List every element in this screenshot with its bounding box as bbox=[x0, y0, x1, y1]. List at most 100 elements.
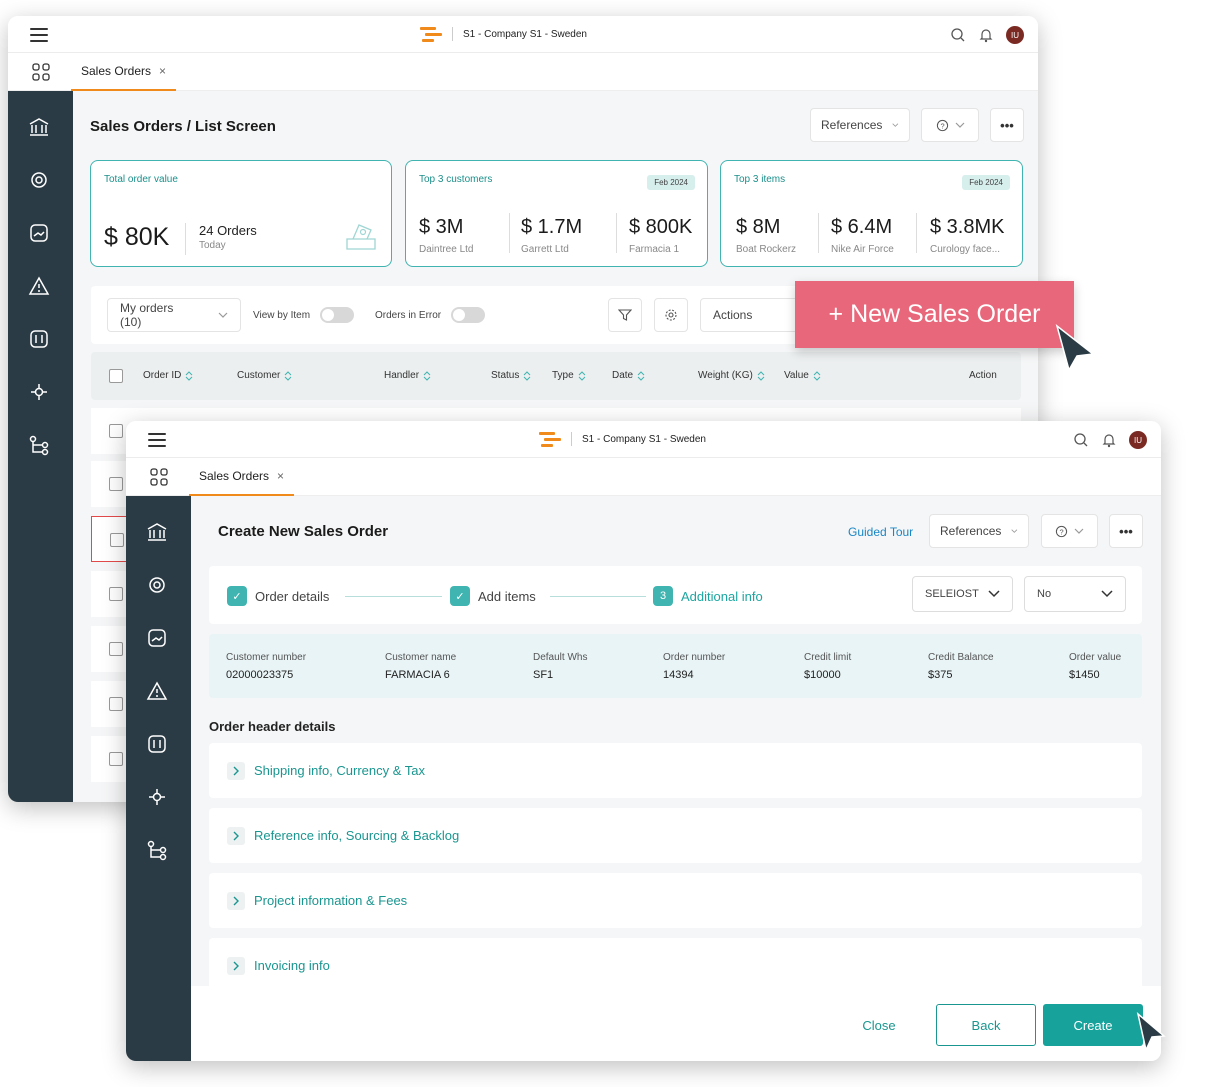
option-value: No bbox=[1037, 588, 1052, 600]
cycle-icon[interactable] bbox=[27, 168, 51, 192]
top-items-card[interactable]: Top 3 items Feb 2024 $ 8M Boat Rockerz $… bbox=[720, 160, 1023, 267]
top-customers-card[interactable]: Top 3 customers Feb 2024 $ 3M Daintree L… bbox=[405, 160, 708, 267]
period-badge: Feb 2024 bbox=[962, 175, 1010, 190]
col-value[interactable]: Value bbox=[784, 370, 821, 381]
row-checkbox[interactable] bbox=[109, 587, 123, 601]
apps-grid-icon[interactable] bbox=[150, 468, 168, 486]
col-weight[interactable]: Weight (KG) bbox=[698, 370, 765, 381]
filter-button[interactable] bbox=[608, 298, 642, 332]
more-options-button[interactable]: ••• bbox=[990, 108, 1024, 142]
col-type[interactable]: Type bbox=[552, 370, 586, 381]
accordion-invoicing[interactable]: Invoicing info bbox=[209, 938, 1142, 993]
select-all-checkbox[interactable] bbox=[109, 369, 123, 383]
chevron-down-icon bbox=[1074, 528, 1084, 534]
warehouse-select[interactable]: SELEIOST bbox=[912, 576, 1013, 612]
orders-in-error-toggle[interactable]: Orders in Error bbox=[375, 307, 486, 323]
row-checkbox[interactable] bbox=[109, 642, 123, 656]
create-button[interactable]: Create bbox=[1043, 1004, 1143, 1046]
row-checkbox[interactable] bbox=[109, 477, 123, 491]
col-customer[interactable]: Customer bbox=[237, 370, 292, 381]
col-status[interactable]: Status bbox=[491, 370, 531, 381]
accordion-reference[interactable]: Reference info, Sourcing & Backlog bbox=[209, 808, 1142, 863]
view-by-item-toggle[interactable]: View by Item bbox=[253, 307, 355, 323]
kpi-item: $ 1.7M Garrett Ltd bbox=[521, 216, 582, 257]
tab-sales-orders[interactable]: Sales Orders × bbox=[71, 53, 177, 91]
view-by-item-label: View by Item bbox=[253, 309, 311, 321]
help-button[interactable]: ? bbox=[921, 108, 979, 142]
row-checkbox[interactable] bbox=[110, 533, 124, 547]
references-button[interactable]: References bbox=[810, 108, 910, 142]
back-button[interactable]: Back bbox=[936, 1004, 1036, 1046]
picture-icon[interactable] bbox=[27, 221, 51, 245]
col-action: Action bbox=[969, 370, 997, 381]
col-label: Action bbox=[969, 370, 997, 381]
col-label: Order ID bbox=[143, 370, 182, 381]
option-select[interactable]: No bbox=[1024, 576, 1126, 612]
total-value: $ 80K bbox=[104, 223, 170, 251]
top-icons: IU bbox=[1073, 431, 1147, 449]
customer-info-panel: Customer number 02000023375 Customer name… bbox=[209, 634, 1142, 698]
references-button[interactable]: References bbox=[929, 514, 1029, 548]
sliders-icon[interactable] bbox=[27, 327, 51, 351]
user-avatar[interactable]: IU bbox=[1129, 431, 1147, 449]
sliders-icon[interactable] bbox=[145, 732, 169, 756]
row-checkbox[interactable] bbox=[109, 424, 123, 438]
tab-sales-orders[interactable]: Sales Orders × bbox=[189, 458, 295, 496]
info-field: Credit Balance $375 bbox=[928, 652, 994, 681]
accordion-shipping[interactable]: Shipping info, Currency & Tax bbox=[209, 743, 1142, 798]
col-order-id[interactable]: Order ID bbox=[143, 370, 193, 381]
step-additional-info[interactable]: 3 Additional info bbox=[653, 586, 763, 606]
total-order-value-card[interactable]: Total order value $ 80K 24 Orders Today bbox=[90, 160, 392, 267]
col-date[interactable]: Date bbox=[612, 370, 645, 381]
warning-icon[interactable] bbox=[27, 274, 51, 298]
check-icon: ✓ bbox=[227, 586, 247, 606]
guided-tour-link[interactable]: Guided Tour bbox=[848, 525, 913, 539]
tab-label: Sales Orders bbox=[81, 64, 152, 78]
settings-button[interactable] bbox=[654, 298, 688, 332]
search-icon[interactable] bbox=[1073, 432, 1089, 448]
bank-icon[interactable] bbox=[27, 115, 51, 139]
hub-icon[interactable] bbox=[145, 785, 169, 809]
kpi-value: $ 6.4M bbox=[831, 216, 893, 238]
cursor-arrow-icon bbox=[1136, 1012, 1166, 1053]
top-bar: S1 - Company S1 - Sweden IU bbox=[8, 16, 1038, 53]
col-label: Value bbox=[784, 370, 809, 381]
page-title: Sales Orders / List Screen bbox=[90, 118, 276, 135]
tab-close-icon[interactable]: × bbox=[159, 64, 166, 78]
help-button[interactable]: ? bbox=[1041, 514, 1098, 548]
step-add-items[interactable]: ✓ Add items bbox=[450, 586, 536, 606]
col-label: Date bbox=[612, 370, 634, 381]
apps-grid-icon[interactable] bbox=[32, 63, 50, 81]
step-order-details[interactable]: ✓ Order details bbox=[227, 586, 329, 606]
flow-icon[interactable] bbox=[145, 838, 169, 862]
search-icon[interactable] bbox=[950, 27, 966, 43]
toggle-switch[interactable] bbox=[320, 307, 355, 323]
logo-icon bbox=[539, 431, 561, 447]
row-checkbox[interactable] bbox=[109, 697, 123, 711]
flow-icon[interactable] bbox=[27, 433, 51, 457]
info-label: Customer name bbox=[385, 652, 457, 663]
warning-icon[interactable] bbox=[145, 679, 169, 703]
picture-icon[interactable] bbox=[145, 626, 169, 650]
col-handler[interactable]: Handler bbox=[384, 370, 431, 381]
row-checkbox[interactable] bbox=[109, 752, 123, 766]
bell-icon[interactable] bbox=[978, 27, 994, 43]
main-content: Create New Sales Order Guided Tour Refer… bbox=[191, 496, 1161, 1061]
close-button[interactable]: Close bbox=[841, 1004, 917, 1046]
cycle-icon[interactable] bbox=[145, 573, 169, 597]
tab-close-icon[interactable]: × bbox=[277, 469, 284, 483]
new-sales-order-button[interactable]: + New Sales Order bbox=[795, 281, 1074, 348]
kpi-item: $ 6.4M Nike Air Force bbox=[831, 216, 894, 257]
hub-icon[interactable] bbox=[27, 380, 51, 404]
user-avatar[interactable]: IU bbox=[1006, 26, 1024, 44]
info-field: Order number 14394 bbox=[663, 652, 725, 681]
accordion-project[interactable]: Project information & Fees bbox=[209, 873, 1142, 928]
toggle-switch[interactable] bbox=[451, 307, 486, 323]
more-options-button[interactable]: ••• bbox=[1109, 514, 1143, 548]
my-orders-select[interactable]: My orders (10) bbox=[107, 298, 241, 332]
hamburger-menu-icon[interactable] bbox=[148, 433, 166, 447]
bell-icon[interactable] bbox=[1101, 432, 1117, 448]
hamburger-menu-icon[interactable] bbox=[30, 28, 48, 42]
chevron-down-icon bbox=[955, 122, 964, 128]
bank-icon[interactable] bbox=[145, 520, 169, 544]
